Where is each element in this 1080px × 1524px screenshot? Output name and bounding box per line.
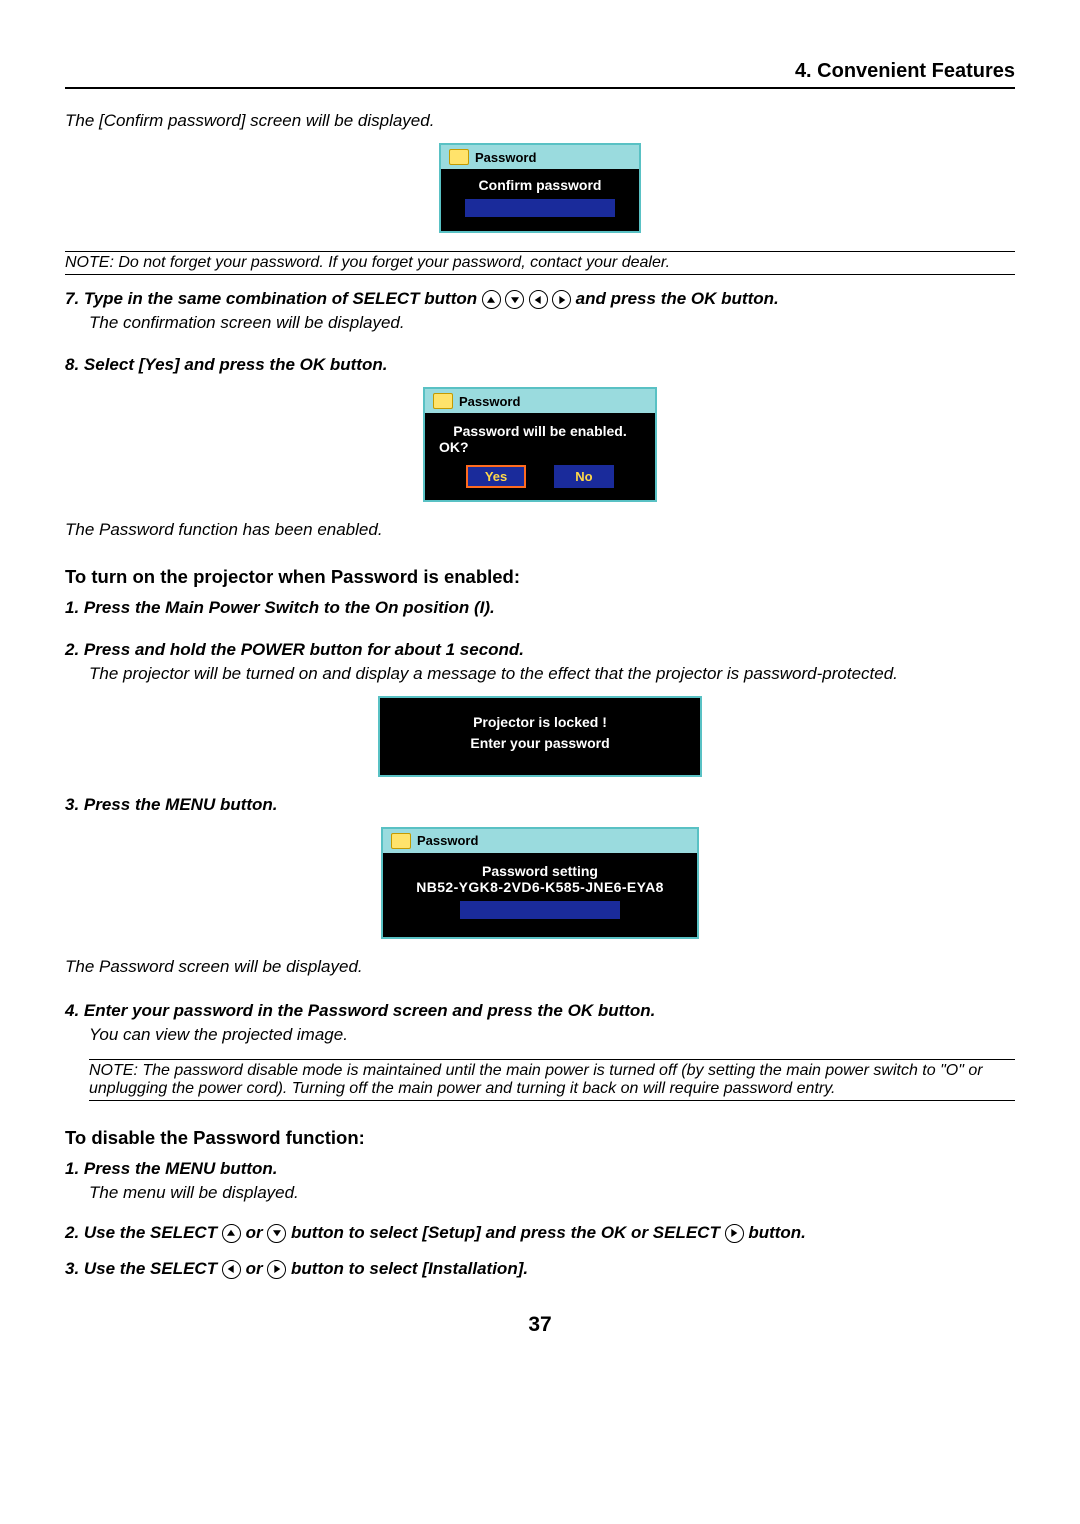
arrow-left-icon <box>529 290 548 309</box>
disable-step-3-b: or <box>246 1259 268 1278</box>
header-bar: 4. Convenient Features <box>65 60 1015 89</box>
disable-step-2-c: button to select [Setup] and press the O… <box>291 1223 725 1242</box>
key-icon <box>449 149 469 165</box>
note-disable-mode: NOTE: The password disable mode is maint… <box>89 1059 1015 1101</box>
turnon-step-1: 1. Press the Main Power Switch to the On… <box>65 598 1015 618</box>
dialog-titlebar: Password <box>441 145 639 169</box>
dialog-line2: OK? <box>439 439 641 455</box>
dialog-body: Password will be enabled. OK? Yes No <box>425 413 655 500</box>
step-7-lead: 7. Type in the same combination of SELEC… <box>65 289 482 308</box>
step-7: 7. Type in the same combination of SELEC… <box>65 289 1015 333</box>
dialog-box: Projector is locked ! Enter your passwor… <box>378 696 702 777</box>
disable-step-2-d: button. <box>748 1223 806 1242</box>
arrow-down-icon <box>267 1224 286 1243</box>
dialog-line1: Password will be enabled. <box>439 423 641 439</box>
turnon-step-2-sub: The projector will be turned on and disp… <box>89 664 1015 684</box>
password-input[interactable] <box>465 199 615 217</box>
turnon-step-2-lead: 2. Press and hold the POWER button for a… <box>65 640 1015 660</box>
arrow-right-icon <box>725 1224 744 1243</box>
page-number: 37 <box>65 1313 1015 1337</box>
step-8: 8. Select [Yes] and press the OK button. <box>65 355 1015 375</box>
step-7-sub: The confirmation screen will be displaye… <box>89 313 1015 333</box>
disable-step-3-a: 3. Use the SELECT <box>65 1259 222 1278</box>
dialog-confirm-password: Password Confirm password <box>65 143 1015 233</box>
disable-step-1-sub: The menu will be displayed. <box>89 1183 1015 1203</box>
arrow-right-icon <box>552 290 571 309</box>
key-icon <box>391 833 411 849</box>
dialog-password-setting: Password Password setting NB52-YGK8-2VD6… <box>65 827 1015 939</box>
arrow-group <box>482 290 571 309</box>
disable-step-2-b: or <box>246 1223 268 1242</box>
dialog-title: Password <box>475 150 536 165</box>
dialog-box: Password Confirm password <box>439 143 641 233</box>
disable-step-2-a: 2. Use the SELECT <box>65 1223 222 1242</box>
dialog-enable-confirm: Password Password will be enabled. OK? Y… <box>65 387 1015 502</box>
disable-step-1: 1. Press the MENU button. The menu will … <box>65 1159 1015 1203</box>
disable-step-3: 3. Use the SELECT or button to select [I… <box>65 1259 1015 1279</box>
setting-label: Password setting <box>395 863 685 879</box>
locked-line1: Projector is locked ! <box>398 712 682 732</box>
step-7-trail: and press the OK button. <box>576 289 779 308</box>
dialog-body: Confirm password <box>441 169 639 231</box>
turnon-step-2: 2. Press and hold the POWER button for a… <box>65 640 1015 684</box>
dialog-locked: Projector is locked ! Enter your passwor… <box>65 696 1015 777</box>
dialog-box: Password Password setting NB52-YGK8-2VD6… <box>381 827 699 939</box>
locked-line2: Enter your password <box>398 733 682 753</box>
dialog-title: Password <box>459 394 520 409</box>
turnon-step-4-lead: 4. Enter your password in the Password s… <box>65 1001 1015 1021</box>
arrow-right-icon <box>267 1260 286 1279</box>
button-row: Yes No <box>439 465 641 488</box>
disable-step-2: 2. Use the SELECT or button to select [S… <box>65 1223 1015 1243</box>
yes-button[interactable]: Yes <box>466 465 526 488</box>
dialog-body: Projector is locked ! Enter your passwor… <box>380 698 700 775</box>
disable-step-1-lead: 1. Press the MENU button. <box>65 1159 1015 1179</box>
password-input[interactable] <box>460 901 620 919</box>
arrow-up-icon <box>482 290 501 309</box>
section-title: 4. Convenient Features <box>795 60 1015 82</box>
intro-text: The [Confirm password] screen will be di… <box>65 111 1015 131</box>
dialog-box: Password Password will be enabled. OK? Y… <box>423 387 657 502</box>
setting-code: NB52-YGK8-2VD6-K585-JNE6-EYA8 <box>395 879 685 895</box>
heading-turn-on: To turn on the projector when Password i… <box>65 566 1015 588</box>
arrow-left-icon <box>222 1260 241 1279</box>
step-8-lead: 8. Select [Yes] and press the OK button. <box>65 355 387 374</box>
arrow-up-icon <box>222 1224 241 1243</box>
dialog-titlebar: Password <box>383 829 697 853</box>
note-forget-password: NOTE: Do not forget your password. If yo… <box>65 251 1015 275</box>
arrow-down-icon <box>505 290 524 309</box>
turnon-step-4-sub: You can view the projected image. <box>89 1025 1015 1045</box>
dialog-titlebar: Password <box>425 389 655 413</box>
password-screen-text: The Password screen will be displayed. <box>65 957 1015 977</box>
dialog-title: Password <box>417 833 478 848</box>
dialog-body: Password setting NB52-YGK8-2VD6-K585-JNE… <box>383 853 697 937</box>
key-icon <box>433 393 453 409</box>
turnon-step-3: 3. Press the MENU button. <box>65 795 1015 815</box>
page: 4. Convenient Features The [Confirm pass… <box>0 0 1080 1377</box>
turnon-step-4: 4. Enter your password in the Password s… <box>65 1001 1015 1045</box>
dialog-label: Confirm password <box>457 177 623 193</box>
no-button[interactable]: No <box>554 465 614 488</box>
password-enabled-text: The Password function has been enabled. <box>65 520 1015 540</box>
disable-step-3-c: button to select [Installation]. <box>291 1259 528 1278</box>
heading-disable: To disable the Password function: <box>65 1127 1015 1149</box>
